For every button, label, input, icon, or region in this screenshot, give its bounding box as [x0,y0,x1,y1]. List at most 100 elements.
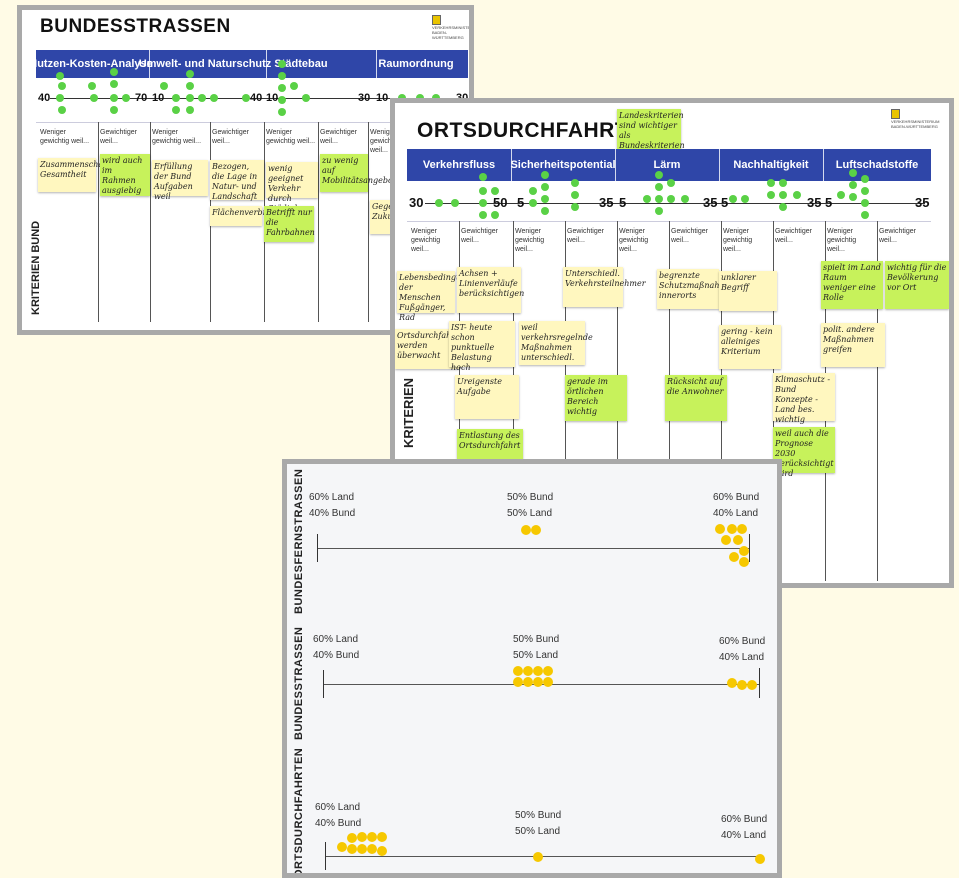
sticky-note: wenig geeignet Verkehr durch Städtebau [266,162,318,213]
scale-end-tick [759,668,760,698]
column-header: Luftschadstoffe [835,159,919,171]
sticky-note: Zusammenschau Gesamtheit [38,158,108,192]
sticky-note: begrenzte Schutzmaßnahmen innerorts [657,269,737,309]
vote-dot [571,203,579,211]
sticky-note: Betrifft nur die Fahrbahnen [264,206,315,242]
vote-dot [347,844,357,854]
ratio-middle: 50% Bund 50% Land [507,492,554,519]
sticky-note: Klimaschutz - Bund Konzepte - Land bes. … [773,373,835,424]
vote-dot [278,60,286,68]
vote-dot [198,94,206,102]
side-label: KRITERIEN [401,377,416,448]
vote-dot [491,211,499,219]
vote-dot [715,524,725,534]
scale-max: 40 [250,92,263,104]
vote-dot [160,82,168,90]
column-divider [368,122,369,322]
vote-dot [110,94,118,102]
vote-dot [861,175,869,183]
vote-dot [739,557,749,567]
vote-dot [479,173,487,181]
vote-dot [739,546,749,556]
scale-max: 35 [915,195,930,210]
vote-dot [491,187,499,195]
sticky-note: Achsen + Linienverläufe berücksichtigen [457,267,524,313]
sticky-note: gering - kein alleiniges Kriterium [719,325,781,369]
vote-dot [521,525,531,535]
scale-min: 5 [619,195,627,210]
vote-dot [90,94,98,102]
vote-dot [667,195,675,203]
vote-dot [172,106,180,114]
vote-dot [543,666,553,676]
sticky-note: gerade im örtlichen Bereich wichtig [565,375,627,421]
sticky-note: Bezogen, die Lage in Natur- und Landscha… [210,160,264,211]
vote-dot [861,199,869,207]
vote-dot [347,833,357,843]
vote-dot [377,832,387,842]
sticky-note: weil verkehrsregelnde Maßnahmen untersch… [519,321,593,365]
ratio-right: 60% Bund 40% Land [721,814,768,841]
vote-dot [210,94,218,102]
column-sublabel: Gewichtiger weil... [461,228,498,244]
sticky-note: zu wenig auf Mobilitätsangebot [320,154,396,192]
vote-dot [849,169,857,177]
scale-min: 10 [376,92,389,104]
column-header: Raumordnung [378,58,454,70]
column-sublabel: Gewichtiger weil... [671,228,708,244]
vote-dot [541,171,549,179]
sticky-note: spielt im Land Raum weniger eine Rolle [821,261,883,309]
vote-dot [479,187,487,195]
ministry-logo: VERKEHRSMINISTERIUM BADEN-WÜRTTEMBERG [891,109,943,129]
vote-dot [357,832,367,842]
vote-dot [667,179,675,187]
photo-funding-split-board: BUNDESFERNSTRASSEN 60% Land 40% Bund 50%… [282,459,782,878]
column-sublabel: Gewichtiger weil... [775,228,812,244]
sticky-note: Erfüllung der Bund Aufgaben weil [152,160,208,201]
row-label: ORTSDURCHFAHRTEN [293,747,305,873]
vote-dot [655,195,663,203]
vote-dot [533,666,543,676]
vote-dot [767,179,775,187]
vote-dot [110,80,118,88]
scale-max: 35 [599,195,614,210]
vote-dot [529,187,537,195]
vote-dot [110,106,118,114]
column-divider [318,122,319,322]
vote-dot [242,94,250,102]
column-sublabel: Weniger gewichtig weil... [723,228,753,253]
vote-dot [737,680,747,690]
vote-dot [513,677,523,687]
scale-max: 50 [493,195,508,210]
scale-line [317,548,749,549]
vote-dot [451,199,459,207]
vote-dot [533,677,543,687]
scale-min: 10 [266,92,279,104]
ratio-right: 60% Bund 40% Land [713,492,760,519]
vote-dot [655,183,663,191]
vote-dot [278,96,286,104]
column-sublabel: Weniger gewichtig weil... [40,129,90,145]
sticky-note: IST- heute schon punktuelle Belastung ho… [449,321,515,372]
scale-end-tick [323,670,324,698]
vote-dot [861,187,869,195]
vote-dot [767,191,775,199]
ratio-left: 60% Land 40% Bund [309,492,356,519]
column-header: Städtebau [274,58,328,70]
vote-dot [186,94,194,102]
column-header: Nachhaltigkeit [733,159,809,171]
sticky-note: unklarer Begriff [719,271,777,311]
vote-dot [541,183,549,191]
sticky-note: weil auch die Prognose 2030 berücksichti… [773,427,835,478]
crest-icon [432,15,441,25]
column-sublabel: Weniger gewichtig weil... [152,129,202,145]
vote-dot [435,199,443,207]
vote-dot [733,535,743,545]
column-divider [98,122,99,322]
column-sublabel: Gewichtiger weil... [879,228,916,244]
ratio-left: 60% Land 40% Bund [315,802,362,829]
scale-min: 5 [721,195,729,210]
vote-dot [290,82,298,90]
vote-dot [278,108,286,116]
vote-dot [729,195,737,203]
